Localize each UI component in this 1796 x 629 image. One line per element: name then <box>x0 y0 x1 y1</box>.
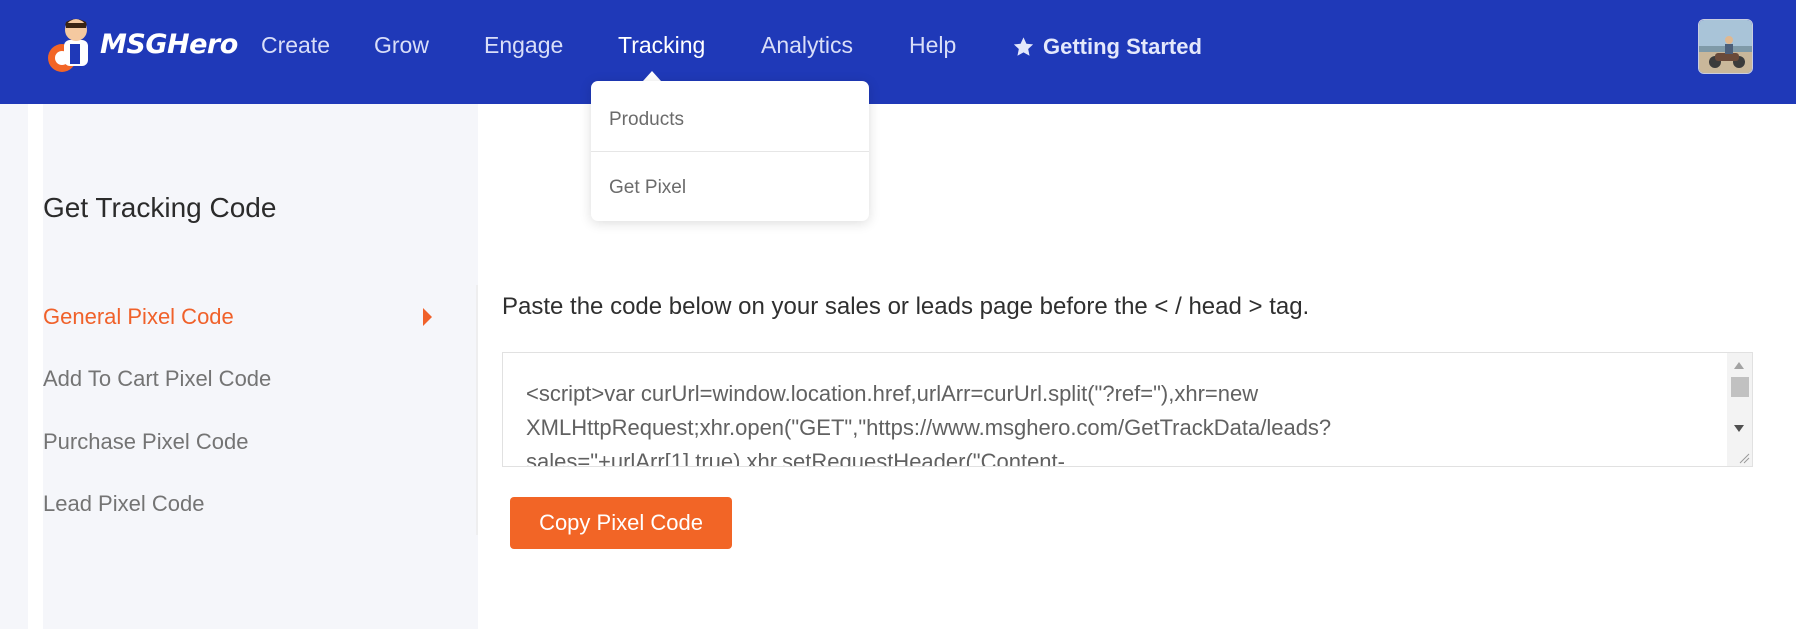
pixel-code-textarea[interactable]: <script>var curUrl=window.location.href,… <box>502 352 1753 467</box>
code-scrollbar[interactable] <box>1727 353 1752 466</box>
sidebar-item-lead-pixel-code[interactable]: Lead Pixel Code <box>43 491 204 517</box>
active-arrow-icon <box>423 308 432 326</box>
dropdown-caret <box>643 71 661 81</box>
nav-analytics[interactable]: Analytics <box>761 32 853 59</box>
resize-grip-icon[interactable] <box>1738 452 1750 464</box>
nav-help[interactable]: Help <box>909 32 956 59</box>
scroll-up-arrow-icon[interactable] <box>1734 362 1744 369</box>
mascot-logo-icon <box>40 14 98 74</box>
getting-started-label: Getting Started <box>1043 34 1202 59</box>
user-avatar[interactable] <box>1698 19 1753 74</box>
top-navigation-bar: MSGHero Create Grow Engage Tracking Anal… <box>0 0 1796 104</box>
nav-create[interactable]: Create <box>261 32 330 59</box>
sidebar-divider <box>476 285 478 535</box>
nav-tracking[interactable]: Tracking <box>618 32 705 59</box>
sidebar-item-general-pixel-code[interactable]: General Pixel Code <box>43 304 234 330</box>
copy-pixel-code-button[interactable]: Copy Pixel Code <box>510 497 732 549</box>
instruction-text: Paste the code below on your sales or le… <box>502 293 1310 320</box>
nav-getting-started[interactable]: Getting Started <box>1012 34 1202 60</box>
brand-name: MSGHero <box>100 28 238 60</box>
tracking-dropdown-menu: Products Get Pixel <box>591 81 869 221</box>
sidebar-item-purchase-pixel-code[interactable]: Purchase Pixel Code <box>43 429 248 455</box>
sidebar-title: Get Tracking Code <box>43 192 277 223</box>
pixel-code-content[interactable]: <script>var curUrl=window.location.href,… <box>526 377 1706 466</box>
dropdown-item-get-pixel[interactable]: Get Pixel <box>609 177 686 199</box>
left-gutter <box>0 104 28 629</box>
star-icon <box>1013 37 1034 56</box>
nav-engage[interactable]: Engage <box>484 32 563 59</box>
nav-grow[interactable]: Grow <box>374 32 429 59</box>
dropdown-divider <box>591 151 869 152</box>
dropdown-item-products[interactable]: Products <box>609 109 684 131</box>
scroll-down-arrow-icon[interactable] <box>1734 425 1744 432</box>
scroll-thumb[interactable] <box>1731 377 1749 397</box>
brand-logo[interactable]: MSGHero <box>40 14 238 74</box>
sidebar-item-add-to-cart-pixel-code[interactable]: Add To Cart Pixel Code <box>43 366 271 392</box>
